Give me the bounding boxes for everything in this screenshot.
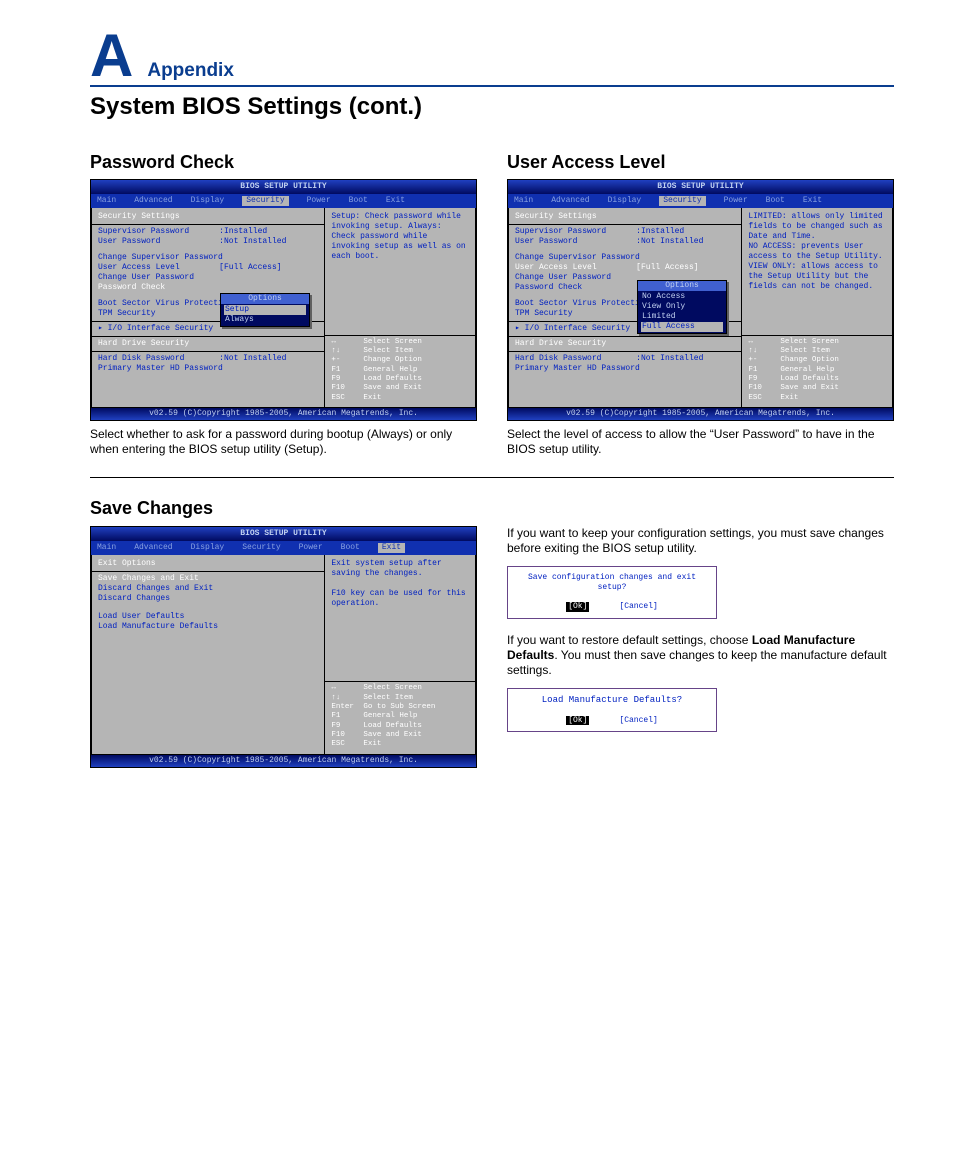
load-defaults-dialog: Load Manufacture Defaults? [Ok] [Cancel]: [507, 688, 717, 732]
section-title-password-check: Password Check: [90, 152, 477, 174]
menu-item[interactable]: User Access Level[Full Access]: [98, 263, 318, 273]
bios-footer: v02.59 (C)Copyright 1985-2005, American …: [91, 755, 476, 767]
page-title: System BIOS Settings (cont.): [90, 93, 894, 122]
cancel-button[interactable]: [Cancel]: [619, 716, 657, 726]
tab-exit[interactable]: Exit: [386, 196, 405, 206]
tab-advanced[interactable]: Advanced: [134, 196, 172, 206]
caption-password-check: Select whether to ask for a password dur…: [90, 427, 477, 457]
section-header: Security Settings: [98, 212, 318, 222]
popup-option[interactable]: Always: [225, 315, 305, 325]
tab-display[interactable]: Display: [191, 196, 225, 206]
menu-item[interactable]: Primary Master HD Password: [98, 364, 318, 374]
options-popup: Options Setup Always: [220, 293, 310, 327]
bios-right-pane: Exit system setup after saving the chang…: [325, 555, 476, 755]
status-row: Supervisor Password:Installed: [98, 227, 318, 237]
help-text: LIMITED: allows only limited fields to b…: [748, 212, 886, 332]
status-row: User Password:Not Installed: [98, 237, 318, 247]
bios-left-pane: Security Settings Supervisor Password:In…: [91, 208, 325, 408]
menu-item-selected[interactable]: User Access Level[Full Access]: [515, 263, 735, 273]
section-title-user-access: User Access Level: [507, 152, 894, 174]
tab-boot[interactable]: Boot: [766, 196, 785, 206]
tab-power[interactable]: Power: [307, 196, 331, 206]
bios-footer: v02.59 (C)Copyright 1985-2005, American …: [91, 408, 476, 420]
ok-button[interactable]: [Ok]: [566, 602, 589, 612]
menu-item[interactable]: Change Supervisor Password: [515, 253, 735, 263]
tab-display[interactable]: Display: [191, 543, 225, 553]
tab-power[interactable]: Power: [299, 543, 323, 553]
bios-tabs: Main Advanced Display Security Power Boo…: [91, 541, 476, 555]
status-row: Supervisor Password:Installed: [515, 227, 735, 237]
status-row: Hard Disk Password:Not Installed: [98, 354, 318, 364]
bios-footer: v02.59 (C)Copyright 1985-2005, American …: [508, 408, 893, 420]
tab-main[interactable]: Main: [514, 196, 533, 206]
section-header: Exit Options: [98, 559, 318, 569]
bios-title: BIOS SETUP UTILITY: [91, 527, 476, 541]
tab-security[interactable]: Security: [659, 196, 705, 206]
dialog-question: Save configuration changes and exit setu…: [518, 573, 706, 592]
status-row: Hard Disk Password:Not Installed: [515, 354, 735, 364]
section-header: Hard Drive Security: [515, 339, 735, 349]
popup-option-selected[interactable]: Full Access: [641, 322, 723, 332]
menu-item-selected[interactable]: Save Changes and Exit: [98, 574, 318, 584]
key-help: ↔Select Screen ↑↓Select Item +-Change Op…: [331, 338, 469, 404]
menu-item[interactable]: Discard Changes: [98, 594, 318, 604]
page-header: A Appendix: [90, 30, 894, 87]
bios-left-pane: Security Settings Supervisor Password:In…: [508, 208, 742, 408]
menu-item-selected[interactable]: Password Check: [98, 283, 318, 293]
bios-right-pane: Setup: Check password while invoking set…: [325, 208, 476, 408]
bios-tabs: Main Advanced Display Security Power Boo…: [508, 194, 893, 208]
bios-left-pane: Exit Options Save Changes and Exit Disca…: [91, 555, 325, 755]
bios-tabs: Main Advanced Display Security Power Boo…: [91, 194, 476, 208]
tab-display[interactable]: Display: [608, 196, 642, 206]
tab-advanced[interactable]: Advanced: [551, 196, 589, 206]
help-text: Setup: Check password while invoking set…: [331, 212, 469, 332]
bios-right-pane: LIMITED: allows only limited fields to b…: [742, 208, 893, 408]
caption-user-access: Select the level of access to allow the …: [507, 427, 894, 457]
bios-screenshot-password-check: BIOS SETUP UTILITY Main Advanced Display…: [90, 179, 477, 421]
tab-boot[interactable]: Boot: [341, 543, 360, 553]
status-row: User Password:Not Installed: [515, 237, 735, 247]
save-confirm-dialog: Save configuration changes and exit setu…: [507, 566, 717, 619]
menu-item[interactable]: Change User Password: [98, 273, 318, 283]
tab-security[interactable]: Security: [242, 543, 280, 553]
section-header: Hard Drive Security: [98, 339, 318, 349]
menu-item[interactable]: Load User Defaults: [98, 612, 318, 622]
menu-item[interactable]: Load Manufacture Defaults: [98, 622, 318, 632]
tab-boot[interactable]: Boot: [349, 196, 368, 206]
tab-exit[interactable]: Exit: [378, 543, 405, 553]
key-help: ↔Select Screen ↑↓Select Item EnterGo to …: [331, 684, 469, 750]
dialog-question: Load Manufacture Defaults?: [518, 695, 706, 706]
key-help: ↔Select Screen ↑↓Select Item +-Change Op…: [748, 338, 886, 404]
tab-exit[interactable]: Exit: [803, 196, 822, 206]
ok-button[interactable]: [Ok]: [566, 716, 589, 726]
tab-power[interactable]: Power: [724, 196, 748, 206]
tab-main[interactable]: Main: [97, 196, 116, 206]
popup-title: Options: [221, 294, 309, 304]
save-changes-paragraph-2: If you want to restore default settings,…: [507, 633, 894, 678]
tab-main[interactable]: Main: [97, 543, 116, 553]
appendix-label: Appendix: [147, 60, 234, 83]
tab-advanced[interactable]: Advanced: [134, 543, 172, 553]
popup-option[interactable]: Limited: [642, 312, 722, 322]
popup-option-selected[interactable]: Setup: [224, 305, 306, 315]
bios-screenshot-user-access: BIOS SETUP UTILITY Main Advanced Display…: [507, 179, 894, 421]
section-title-save-changes: Save Changes: [90, 498, 477, 520]
help-text: Exit system setup after saving the chang…: [331, 559, 469, 679]
popup-title: Options: [638, 281, 726, 291]
save-changes-paragraph-1: If you want to keep your configuration s…: [507, 526, 894, 556]
popup-option[interactable]: No Access: [642, 292, 722, 302]
bios-title: BIOS SETUP UTILITY: [508, 180, 893, 194]
bios-title: BIOS SETUP UTILITY: [91, 180, 476, 194]
tab-security[interactable]: Security: [242, 196, 288, 206]
menu-item[interactable]: Primary Master HD Password: [515, 364, 735, 374]
cancel-button[interactable]: [Cancel]: [619, 602, 657, 612]
appendix-letter: A: [90, 30, 133, 81]
popup-option[interactable]: View Only: [642, 302, 722, 312]
options-popup: Options No Access View Only Limited Full…: [637, 280, 727, 334]
section-header: Security Settings: [515, 212, 735, 222]
menu-item[interactable]: Discard Changes and Exit: [98, 584, 318, 594]
bios-screenshot-save-changes: BIOS SETUP UTILITY Main Advanced Display…: [90, 526, 477, 768]
menu-item[interactable]: Change Supervisor Password: [98, 253, 318, 263]
